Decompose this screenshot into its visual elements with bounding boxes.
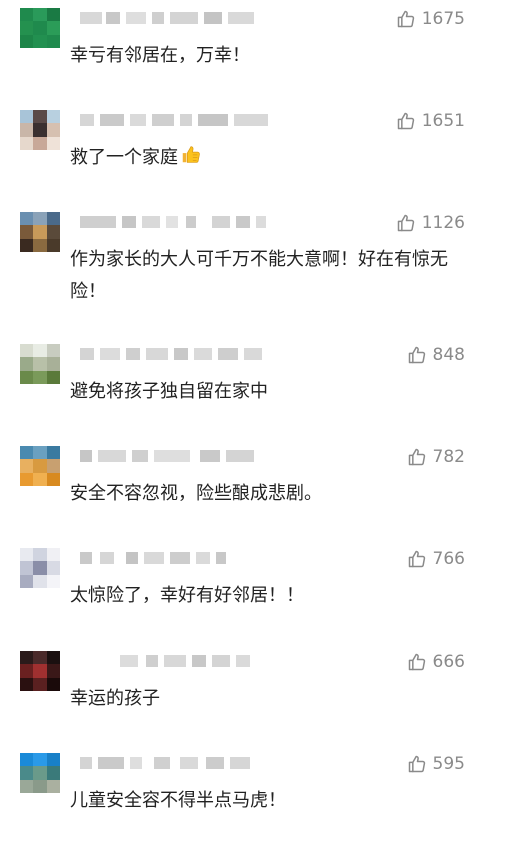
avatar[interactable] bbox=[20, 344, 60, 384]
like-count: 595 bbox=[432, 754, 465, 774]
username-blurred[interactable] bbox=[70, 212, 270, 234]
comment-text-content: 救了一个家庭 bbox=[70, 147, 178, 168]
username-blurred[interactable] bbox=[70, 548, 270, 570]
like-count: 666 bbox=[432, 652, 465, 672]
comment-text: 儿童安全容不得半点马虎！ bbox=[70, 785, 470, 817]
like-button[interactable]: 595 bbox=[407, 753, 465, 775]
like-button[interactable]: 766 bbox=[407, 548, 465, 570]
username-blurred[interactable] bbox=[70, 651, 270, 673]
thumbs-up-emoji-icon bbox=[178, 146, 202, 168]
thumbs-up-icon bbox=[396, 111, 416, 131]
username-blurred[interactable] bbox=[70, 753, 270, 775]
comment-text: 作为家长的大人可千万不能大意啊！好在有惊无险！ bbox=[70, 244, 470, 308]
comment-item: 666 幸运的孩子 bbox=[0, 643, 507, 743]
avatar[interactable] bbox=[20, 753, 60, 793]
comment-item: 848 避免将孩子独自留在家中 bbox=[0, 336, 507, 436]
comment-text-content: 幸运的孩子 bbox=[70, 688, 160, 709]
comment-item: 595 儿童安全容不得半点马虎！ bbox=[0, 745, 507, 845]
avatar[interactable] bbox=[20, 446, 60, 486]
comment-item: 1126 作为家长的大人可千万不能大意啊！好在有惊无险！ bbox=[0, 204, 507, 304]
like-button[interactable]: 782 bbox=[407, 446, 465, 468]
like-count: 766 bbox=[432, 549, 465, 569]
like-count: 848 bbox=[432, 345, 465, 365]
like-count: 1651 bbox=[421, 111, 465, 131]
like-button[interactable]: 848 bbox=[407, 344, 465, 366]
thumbs-up-icon bbox=[407, 652, 427, 672]
comment-item: 782 安全不容忽视，险些酿成悲剧。 bbox=[0, 438, 507, 538]
thumbs-up-icon bbox=[407, 447, 427, 467]
comment-item: 1675 幸亏有邻居在，万幸！ bbox=[0, 0, 507, 100]
comment-item: 766 太惊险了，幸好有好邻居！！ bbox=[0, 540, 507, 640]
like-count: 1126 bbox=[421, 213, 465, 233]
comment-text-content: 避免将孩子独自留在家中 bbox=[70, 381, 268, 402]
comment-item: 1651 救了一个家庭 bbox=[0, 102, 507, 202]
thumbs-up-icon bbox=[407, 754, 427, 774]
thumbs-up-icon bbox=[396, 9, 416, 29]
comment-text: 幸亏有邻居在，万幸！ bbox=[70, 40, 470, 72]
thumbs-up-icon bbox=[407, 549, 427, 569]
avatar[interactable] bbox=[20, 548, 60, 588]
like-button[interactable]: 1651 bbox=[396, 110, 465, 132]
like-count: 1675 bbox=[421, 9, 465, 29]
thumbs-up-icon bbox=[407, 345, 427, 365]
username-blurred[interactable] bbox=[70, 446, 270, 468]
comment-text-content: 太惊险了，幸好有好邻居！！ bbox=[70, 585, 304, 606]
comment-text: 太惊险了，幸好有好邻居！！ bbox=[70, 580, 470, 612]
like-button[interactable]: 666 bbox=[407, 651, 465, 673]
comment-text-content: 幸亏有邻居在，万幸！ bbox=[70, 45, 250, 66]
like-count: 782 bbox=[432, 447, 465, 467]
like-button[interactable]: 1675 bbox=[396, 8, 465, 30]
comment-text-content: 儿童安全容不得半点马虎！ bbox=[70, 790, 286, 811]
comment-text: 救了一个家庭 bbox=[70, 142, 470, 174]
avatar[interactable] bbox=[20, 110, 60, 150]
comment-text-content: 安全不容忽视，险些酿成悲剧。 bbox=[70, 483, 322, 504]
username-blurred[interactable] bbox=[70, 344, 270, 366]
username-blurred[interactable] bbox=[70, 8, 270, 30]
avatar[interactable] bbox=[20, 651, 60, 691]
comment-text-content: 作为家长的大人可千万不能大意啊！好在有惊无险！ bbox=[70, 249, 448, 302]
thumbs-up-icon bbox=[396, 213, 416, 233]
like-button[interactable]: 1126 bbox=[396, 212, 465, 234]
username-blurred[interactable] bbox=[70, 110, 270, 132]
comment-text: 避免将孩子独自留在家中 bbox=[70, 376, 470, 408]
comment-text: 安全不容忽视，险些酿成悲剧。 bbox=[70, 478, 470, 510]
comment-text: 幸运的孩子 bbox=[70, 683, 470, 715]
avatar[interactable] bbox=[20, 212, 60, 252]
avatar[interactable] bbox=[20, 8, 60, 48]
